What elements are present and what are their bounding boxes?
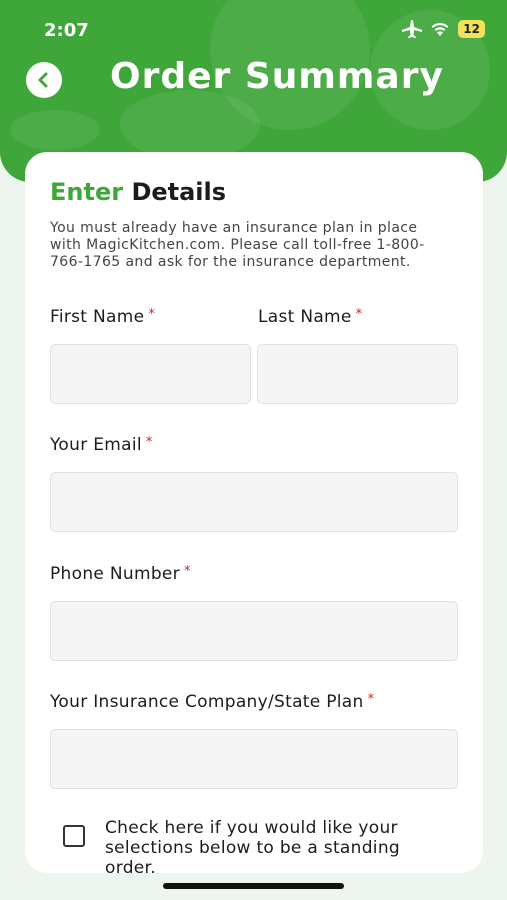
phone-label: Phone Number * [50, 564, 191, 584]
first-name-label-text: First Name [50, 307, 145, 327]
last-name-field[interactable] [257, 344, 458, 404]
form-heading-rest: Details [131, 178, 227, 206]
required-mark: * [367, 692, 375, 707]
last-name-label-text: Last Name [258, 307, 352, 327]
required-mark: * [145, 435, 153, 450]
required-mark: * [183, 564, 191, 579]
email-field[interactable] [50, 472, 458, 532]
insurance-field[interactable] [50, 729, 458, 789]
status-time: 2:07 [44, 20, 89, 41]
insurance-label-text: Your Insurance Company/State Plan [50, 692, 364, 712]
vegetable-decoration [120, 90, 260, 160]
required-mark: * [355, 307, 363, 322]
home-indicator [163, 883, 344, 889]
page-title: Order Summary [110, 56, 444, 97]
status-icons: 12 [402, 20, 485, 38]
chevron-left-icon [38, 72, 48, 88]
standing-order-label: Check here if you would like your select… [105, 818, 400, 873]
email-label-text: Your Email [50, 435, 142, 455]
insurance-notice: You must already have an insurance plan … [50, 220, 425, 270]
form-heading-accent: Enter [50, 178, 124, 206]
back-button[interactable] [26, 62, 62, 98]
battery-level: 12 [458, 20, 485, 38]
first-name-label: First Name * [50, 307, 155, 327]
required-mark: * [148, 307, 156, 322]
status-bar: 2:07 12 [0, 0, 507, 60]
phone-field[interactable] [50, 601, 458, 661]
first-name-field[interactable] [50, 344, 251, 404]
last-name-label: Last Name * [258, 307, 362, 327]
insurance-label: Your Insurance Company/State Plan * [50, 692, 374, 712]
form-heading: Enter Details [50, 178, 226, 206]
wifi-icon [431, 22, 449, 36]
email-label: Your Email * [50, 435, 153, 455]
vegetable-decoration [10, 110, 100, 150]
phone-label-text: Phone Number [50, 564, 180, 584]
airplane-icon [402, 20, 423, 38]
standing-order-checkbox[interactable] [63, 825, 85, 847]
